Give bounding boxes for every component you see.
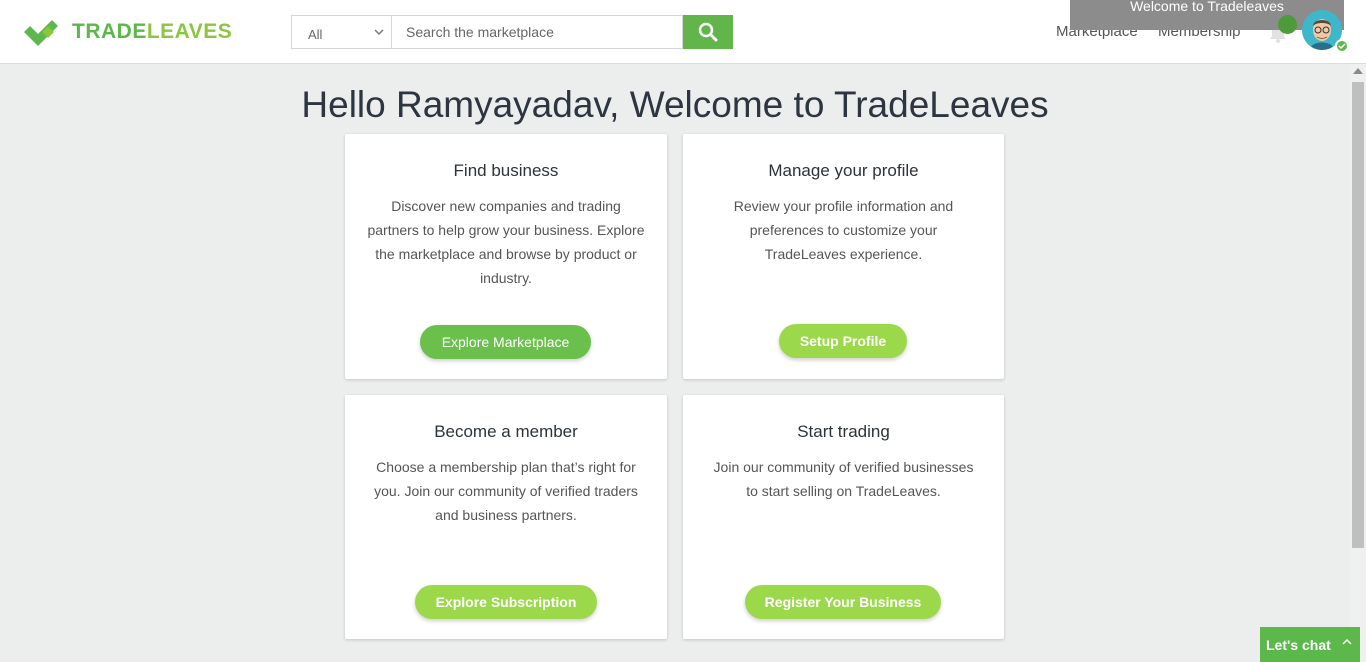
status-dot (1278, 15, 1297, 34)
chat-label: Let's chat (1266, 637, 1331, 653)
tradeleaves-logo-icon (24, 20, 58, 46)
welcome-toast-text: Welcome to Tradeleaves (1130, 0, 1284, 14)
search-input[interactable] (391, 15, 683, 49)
card-start-trading: Start trading Join our community of veri… (683, 395, 1004, 639)
logo-text-leaves: LEAVES (146, 20, 233, 43)
card-title: Start trading (797, 422, 890, 441)
card-description: Discover new companies and trading partn… (367, 198, 645, 286)
chevron-up-icon (1342, 638, 1352, 645)
setup-profile-button[interactable]: Setup Profile (779, 324, 907, 358)
register-business-button[interactable]: Register Your Business (745, 585, 941, 619)
card-description: Review your profile information and pref… (733, 198, 954, 262)
card-title: Find business (453, 161, 559, 180)
explore-marketplace-button[interactable]: Explore Marketplace (420, 325, 591, 359)
logo[interactable]: TRADELEAVES (24, 18, 232, 46)
card-description: Choose a membership plan that’s right fo… (374, 459, 638, 523)
logo-text: TRADELEAVES (72, 20, 232, 44)
logo-text-trade: TRADE (72, 20, 147, 43)
search-button[interactable] (683, 15, 733, 49)
search-icon (698, 22, 718, 42)
scrollbar-thumb[interactable] (1352, 82, 1364, 548)
chat-widget-button[interactable]: Let's chat (1260, 627, 1360, 662)
verified-badge (1335, 39, 1349, 53)
card-description: Join our community of verified businesse… (713, 459, 974, 499)
chevron-down-icon (374, 29, 384, 36)
card-manage-profile: Manage your profile Review your profile … (683, 134, 1004, 379)
explore-subscription-button[interactable]: Explore Subscription (415, 585, 597, 619)
scroll-up-arrow[interactable] (1353, 68, 1363, 74)
check-icon (1338, 43, 1346, 50)
card-become-member: Become a member Choose a membership plan… (345, 395, 667, 639)
page-title: Hello Ramyayadav, Welcome to TradeLeaves (301, 84, 1049, 125)
card-title: Manage your profile (768, 161, 919, 180)
top-header: TRADELEAVES All Marketplace Membership W… (0, 0, 1366, 64)
search-category-select[interactable]: All (291, 15, 391, 49)
card-title: Become a member (434, 422, 578, 441)
search-category-value: All (308, 27, 323, 42)
card-find-business: Find business Discover new companies and… (345, 134, 667, 379)
search-bar: All (291, 15, 733, 49)
